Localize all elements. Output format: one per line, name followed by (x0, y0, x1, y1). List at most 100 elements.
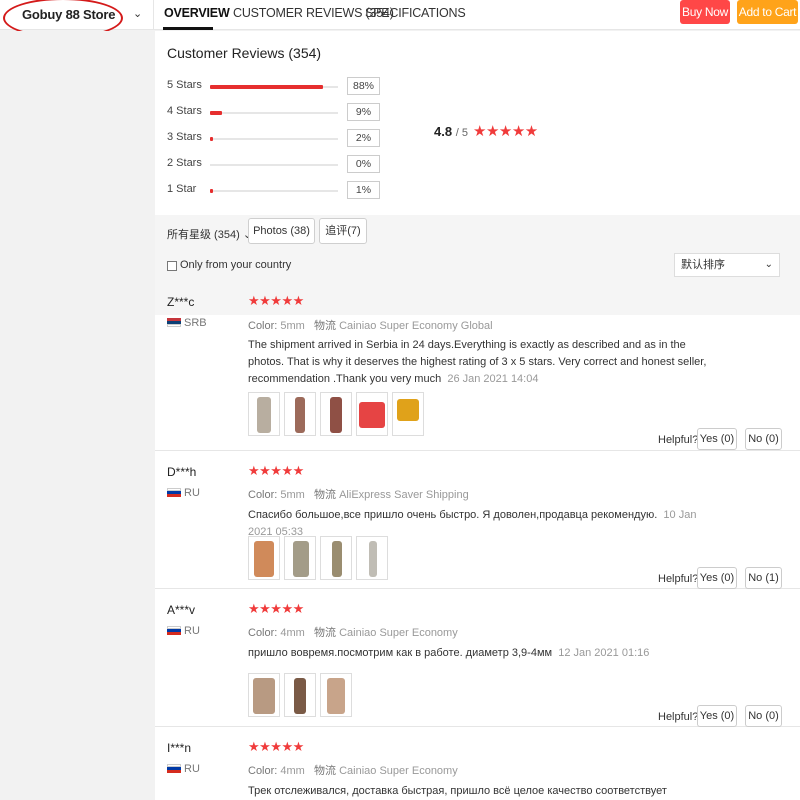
russia-flag-icon (167, 764, 181, 773)
helpful-yes-button[interactable]: Yes (0) (697, 428, 737, 450)
review-body: Трек отслеживался, доставка быстрая, при… (248, 785, 667, 797)
serbia-flag-icon (167, 318, 181, 327)
review-photo[interactable] (356, 392, 388, 436)
reviewer-name: Z***c (167, 295, 195, 309)
review-item: I***n RU ★★★★★ Color: 4mm 物流 Cainiao Sup… (155, 727, 800, 800)
color-value: 4mm (280, 627, 305, 639)
tab-specifications[interactable]: SPECIFICATIONS (365, 6, 466, 20)
helpful-no-button[interactable]: No (0) (745, 705, 782, 727)
divider (153, 0, 154, 30)
photos-filter-button[interactable]: Photos (38) (248, 218, 315, 244)
logistics-value: Cainiao Super Economy (339, 765, 458, 777)
rating-percent: 2% (347, 129, 380, 147)
helpful-no-button[interactable]: No (0) (745, 428, 782, 450)
helpful-label: Helpful? (658, 711, 699, 723)
rating-row-5[interactable]: 5 Stars 88% (167, 77, 387, 97)
review-photos (248, 536, 388, 580)
buy-now-button[interactable]: Buy Now (680, 0, 730, 24)
review-photo[interactable] (284, 673, 316, 717)
active-tab-indicator (163, 27, 213, 30)
all-ratings-label: 所有星级 (354) (167, 229, 240, 241)
logistics-value: AliExpress Saver Shipping (339, 489, 469, 501)
color-value: 4mm (280, 765, 305, 777)
rating-percent: 88% (347, 77, 380, 95)
sort-label: 默认排序 (681, 259, 725, 271)
color-label: Color: (248, 765, 278, 777)
add-to-cart-button[interactable]: Add to Cart (737, 0, 798, 24)
rating-bar-fill (210, 85, 323, 89)
review-photo[interactable] (284, 392, 316, 436)
average-rating: 4.8 / 5 (434, 124, 468, 139)
review-photos (248, 673, 352, 717)
review-photo[interactable] (320, 536, 352, 580)
star-rating-icon: ★★★★★ (248, 293, 304, 308)
reviews-title: Customer Reviews (354) (167, 45, 322, 61)
rating-label: 4 Stars (167, 105, 202, 117)
store-name-link[interactable]: Gobuy 88 Store (22, 7, 115, 22)
review-meta: Color: 5mm 物流 AliExpress Saver Shipping (248, 486, 469, 502)
rating-bar-fill (210, 137, 213, 141)
rating-row-2[interactable]: 2 Stars 0% (167, 155, 387, 175)
rating-label: 1 Star (167, 183, 197, 195)
helpful-label: Helpful? (658, 434, 699, 446)
color-value: 5mm (280, 320, 305, 332)
review-body: Спасибо большое,все пришло очень быстро.… (248, 509, 658, 521)
reviewer-name: A***v (167, 603, 196, 617)
review-body: пришло вовремя.посмотрим как в работе. д… (248, 647, 553, 659)
review-photo[interactable] (248, 392, 280, 436)
top-bar: Gobuy 88 Store ⌄ OVERVIEW CUSTOMER REVIE… (0, 0, 800, 38)
color-label: Color: (248, 489, 278, 501)
star-rating-icon: ★★★★★ (473, 123, 538, 140)
logistics-value: Cainiao Super Economy Global (339, 320, 493, 332)
rating-label: 3 Stars (167, 131, 202, 143)
review-date: 12 Jan 2021 01:16 (558, 647, 650, 659)
review-photos (248, 392, 424, 436)
additional-review-filter-button[interactable]: 追评(7) (319, 218, 367, 244)
rating-row-3[interactable]: 3 Stars 2% (167, 129, 387, 149)
reviewer-name: D***h (167, 465, 197, 479)
country-checkbox[interactable] (167, 261, 177, 271)
review-photo[interactable] (284, 536, 316, 580)
review-meta: Color: 4mm 物流 Cainiao Super Economy (248, 624, 458, 640)
color-label: Color: (248, 320, 278, 332)
all-ratings-dropdown[interactable]: 所有星级 (354) ⌄ (167, 226, 252, 242)
chevron-down-icon: ⌄ (764, 259, 773, 270)
review-item: A***v RU ★★★★★ Color: 4mm 物流 Cainiao Sup… (155, 589, 800, 727)
helpful-yes-button[interactable]: Yes (0) (697, 567, 737, 589)
star-rating-icon: ★★★★★ (248, 739, 304, 754)
helpful-no-button[interactable]: No (1) (745, 567, 782, 589)
helpful-label: Helpful? (658, 573, 699, 585)
rating-bar (210, 189, 338, 193)
reviews-panel: Customer Reviews (354) 5 Stars 88% 4 Sta… (155, 31, 800, 800)
review-photo[interactable] (320, 392, 352, 436)
logistics-label: 物流 (314, 765, 337, 777)
review-photo[interactable] (248, 673, 280, 717)
rating-label: 2 Stars (167, 157, 202, 169)
rating-row-1[interactable]: 1 Star 1% (167, 181, 387, 201)
reviewer-country: RU (184, 625, 200, 637)
review-text: The shipment arrived in Serbia in 24 day… (248, 337, 708, 388)
russia-flag-icon (167, 626, 181, 635)
logistics-label: 物流 (314, 320, 337, 332)
color-value: 5mm (280, 489, 305, 501)
review-date: 26 Jan 2021 14:04 (447, 373, 539, 385)
tab-overview[interactable]: OVERVIEW (164, 6, 230, 20)
rating-bar-fill (210, 111, 222, 115)
color-label: Color: (248, 627, 278, 639)
rating-percent: 9% (347, 103, 380, 121)
reviewer-country: RU (184, 487, 200, 499)
average-value: 4.8 (434, 124, 453, 139)
review-photo[interactable] (392, 392, 424, 436)
chevron-down-icon[interactable]: ⌄ (133, 7, 142, 20)
review-item: Z***c SRB ★★★★★ Color: 5mm 物流 Cainiao Su… (155, 287, 800, 451)
country-filter-label[interactable]: Only from your country (180, 259, 291, 271)
review-photo[interactable] (248, 536, 280, 580)
helpful-yes-button[interactable]: Yes (0) (697, 705, 737, 727)
review-photo[interactable] (356, 536, 388, 580)
sort-select[interactable]: 默认排序 ⌄ (674, 253, 780, 277)
rating-bar (210, 111, 338, 115)
rating-bar (210, 164, 338, 166)
left-sidebar (0, 31, 155, 800)
rating-row-4[interactable]: 4 Stars 9% (167, 103, 387, 123)
review-photo[interactable] (320, 673, 352, 717)
